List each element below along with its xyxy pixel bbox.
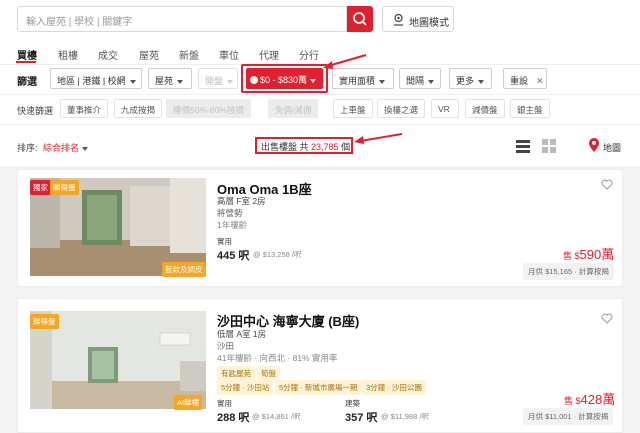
result-count: 出售樓盤 共 23,785 個 bbox=[261, 140, 350, 153]
map-view-label[interactable]: 地圖 bbox=[603, 141, 621, 154]
grid-view-icon[interactable] bbox=[542, 139, 556, 153]
search-button[interactable] bbox=[347, 6, 373, 32]
estate-filter[interactable]: 屋苑 bbox=[148, 68, 192, 89]
search-icon bbox=[353, 12, 367, 26]
sort-value: 綜合排名 bbox=[43, 143, 80, 153]
feature-tag: 有匙屋苑 bbox=[217, 366, 255, 381]
listing-gross-unit-price: @ $11,988 /呎 bbox=[381, 412, 429, 421]
listing-age: 41年樓齡 · 向西北 · 81% 實用率 bbox=[217, 353, 338, 363]
price-filter-icon bbox=[250, 75, 258, 84]
rooms-filter-label: 間隔 bbox=[406, 76, 425, 86]
chevron-down-icon bbox=[227, 79, 234, 84]
type-filter-label: 開盤 bbox=[205, 76, 224, 86]
listing-unit-price: @ $13,258 /呎 bbox=[253, 250, 302, 259]
price-prefix: 售 $ bbox=[563, 251, 580, 261]
quick-filter-bank[interactable]: 銀主盤 bbox=[510, 99, 550, 118]
mortgage-calculator-link[interactable]: 月供 $15,165 · 計算按揭 bbox=[523, 263, 614, 280]
tab-buy[interactable]: 買樓 bbox=[17, 47, 37, 62]
list-view-icon[interactable] bbox=[516, 139, 530, 153]
transport-tag: 5分鐘 · 新城市廣場一期 bbox=[275, 380, 362, 395]
rooms-filter[interactable]: 間隔 bbox=[399, 68, 441, 89]
estate-filter-label: 屋苑 bbox=[155, 76, 174, 86]
map-mode-label: 地圖模式 bbox=[409, 18, 449, 29]
listing-age: 1年樓齡 bbox=[217, 220, 248, 230]
quick-filter-commission[interactable]: 免佣/減佣 bbox=[268, 99, 319, 118]
district-filter-label: 地區 | 港鐵 | 校網 bbox=[57, 76, 126, 86]
listing-unit-info: 高層 F室 2房 bbox=[217, 196, 266, 206]
map-mode-button[interactable]: 地圖模式 bbox=[382, 6, 454, 32]
more-filter[interactable]: 更多 bbox=[449, 68, 492, 89]
chevron-down-icon bbox=[310, 78, 317, 83]
sort-label: 排序: bbox=[17, 143, 38, 153]
quick-filter-upgrade[interactable]: 換樓之選 bbox=[377, 99, 426, 118]
price-prefix: 售 $ bbox=[564, 396, 581, 406]
listing-unit-price: @ $14,861 /呎 bbox=[252, 412, 301, 421]
transport-tag: 5分鐘 · 沙田站 bbox=[217, 380, 274, 395]
quick-filter-vr[interactable]: VR bbox=[431, 99, 459, 118]
heart-icon[interactable] bbox=[601, 313, 613, 324]
close-icon: ✕ bbox=[536, 76, 544, 86]
tab-estates[interactable]: 屋苑 bbox=[139, 47, 159, 62]
price-value: 590萬 bbox=[579, 247, 615, 262]
sort-select[interactable]: 綜合排名 bbox=[43, 141, 88, 154]
tab-new[interactable]: 新盤 bbox=[179, 47, 199, 62]
listing-district: 沙田 bbox=[217, 341, 235, 351]
district-filter[interactable]: 地區 | 港鐵 | 校網 bbox=[50, 68, 142, 89]
tab-agents[interactable]: 代理 bbox=[259, 47, 279, 62]
chevron-down-icon bbox=[81, 146, 88, 151]
chevron-down-icon bbox=[177, 79, 184, 84]
quick-filter-mortgage-range[interactable]: 樓價50%-80%按揭 bbox=[166, 99, 251, 118]
listing-price: 售 $428萬 bbox=[564, 389, 615, 408]
listing-price: 售 $590萬 bbox=[563, 244, 614, 263]
annotation-arrow-count bbox=[354, 133, 403, 144]
filter-label: 篩選 bbox=[17, 77, 37, 88]
feature-tag: 筍盤 bbox=[257, 366, 280, 381]
result-prefix: 出售樓盤 共 bbox=[261, 142, 309, 152]
annotation-arrow-price bbox=[323, 54, 367, 69]
area-filter-label: 實用面積 bbox=[339, 76, 376, 86]
result-number: 23,785 bbox=[311, 142, 339, 152]
chevron-down-icon bbox=[478, 79, 485, 84]
tab-rent[interactable]: 租樓 bbox=[58, 47, 78, 62]
transport-tag: 3分鐘 · 沙田公園 bbox=[362, 380, 426, 395]
listing-district: 將營勢 bbox=[217, 208, 243, 218]
chevron-down-icon bbox=[379, 79, 386, 84]
price-filter[interactable]: $0 - $830萬 bbox=[246, 68, 323, 89]
quick-filter-starter[interactable]: 上車盤 bbox=[333, 99, 373, 118]
tab-transactions[interactable]: 成交 bbox=[98, 47, 118, 62]
type-filter[interactable]: 開盤 bbox=[198, 68, 238, 89]
listing-unit-info: 低層 A室 1房 bbox=[217, 329, 267, 339]
chevron-down-icon bbox=[428, 79, 435, 84]
viewable-badge: 睇得盤 bbox=[50, 180, 79, 195]
listing-gross-area: 357 呎 bbox=[345, 412, 378, 424]
quick-filter-label: 快速篩選 bbox=[17, 106, 54, 116]
tab-parking[interactable]: 車位 bbox=[219, 47, 239, 62]
area-label: 實用 bbox=[217, 399, 232, 408]
quick-filter-director-pick[interactable]: 董事推介 bbox=[60, 99, 109, 118]
viewable-badge: 睇得盤 bbox=[30, 314, 59, 329]
quick-filter-90-mortgage[interactable]: 九成按揭 bbox=[114, 99, 163, 118]
quick-filter-reduced[interactable]: 減價盤 bbox=[465, 99, 505, 118]
search-input[interactable]: 輸入屋苑 | 學校 | 關鍵字 bbox=[17, 6, 347, 32]
tab-branches[interactable]: 分行 bbox=[299, 47, 319, 62]
map-pin-icon[interactable] bbox=[588, 137, 600, 153]
area-label: 實用 bbox=[217, 237, 232, 246]
mortgage-calculator-link[interactable]: 月供 $11,001 · 計算按揭 bbox=[523, 408, 614, 425]
reset-label: 重設 bbox=[510, 76, 529, 86]
chevron-down-icon bbox=[129, 79, 136, 84]
gross-area-label: 建築 bbox=[345, 399, 360, 408]
listing-area: 445 呎 bbox=[217, 250, 250, 262]
result-suffix: 個 bbox=[341, 142, 351, 152]
exclusive-badge: 獨家 bbox=[30, 180, 51, 195]
price-value: 428萬 bbox=[580, 392, 616, 407]
map-pin-icon bbox=[394, 13, 403, 26]
tab-active-indicator bbox=[16, 61, 36, 63]
reset-button[interactable]: 重設 ✕ bbox=[503, 68, 547, 89]
more-filter-label: 更多 bbox=[456, 76, 475, 86]
price-filter-label: $0 - $830萬 bbox=[260, 75, 308, 85]
photo-tag: AI睇樓 bbox=[174, 395, 203, 410]
heart-icon[interactable] bbox=[601, 179, 613, 190]
listing-area: 288 呎 bbox=[217, 412, 250, 424]
photo-tag: 藍欸及調皮 bbox=[162, 262, 206, 277]
